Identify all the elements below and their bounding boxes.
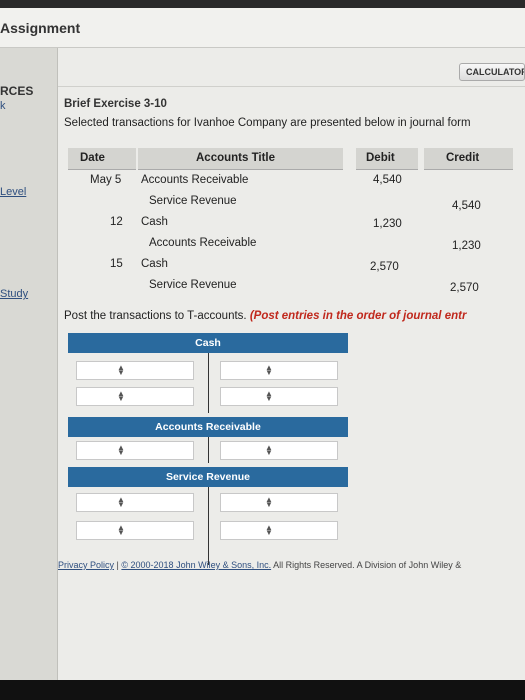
ar-debit-date-select[interactable]: ▲ ▼	[76, 441, 194, 460]
row-credit: 1,230	[452, 240, 481, 252]
stepper-icon: ▲ ▼	[117, 443, 125, 457]
sidebar-item-level[interactable]: Level	[0, 186, 26, 198]
instructions-emphasis: (Post entries in the order of journal en…	[249, 310, 467, 322]
header-credit: Credit	[424, 148, 513, 170]
row-account: Accounts Receivable	[141, 174, 249, 186]
exercise-description: Selected transactions for Ivanhoe Compan…	[64, 117, 471, 129]
stepper-icon: ▲ ▼	[265, 389, 273, 403]
stepper-icon: ▲ ▼	[117, 523, 125, 537]
t-account-divider	[208, 437, 209, 463]
cash-credit-date-select[interactable]: ▲ ▼	[220, 387, 338, 406]
privacy-policy-link[interactable]: Privacy Policy	[58, 560, 114, 570]
row-account: Accounts Receivable	[149, 237, 257, 249]
sr-credit-date-select[interactable]: ▲ ▼	[220, 521, 338, 540]
stepper-icon: ▲ ▼	[117, 495, 125, 509]
ar-credit-date-select[interactable]: ▲ ▼	[220, 441, 338, 460]
instructions: Post the transactions to T-accounts. (Po…	[64, 310, 466, 322]
sidebar-item[interactable]: k	[0, 100, 6, 112]
row-debit: 2,570	[370, 261, 399, 273]
t-account-divider	[208, 487, 209, 565]
row-date: May 5	[90, 174, 122, 186]
instructions-main: Post the transactions to T-accounts.	[64, 310, 247, 322]
sidebar-item-study[interactable]: Study	[0, 288, 28, 300]
row-date: 15	[110, 258, 123, 270]
monitor-bezel	[0, 680, 525, 700]
t-account-header-accounts-receivable: Accounts Receivable	[68, 417, 348, 437]
stepper-icon: ▲ ▼	[265, 443, 273, 457]
header-account-title: Accounts Title	[138, 148, 343, 170]
row-credit: 2,570	[450, 282, 479, 294]
cash-debit-date-select[interactable]: ▲ ▼	[76, 387, 194, 406]
header-date: Date	[68, 148, 136, 170]
row-debit: 1,230	[373, 218, 402, 230]
cash-debit-date-select[interactable]: ▲ ▼	[76, 361, 194, 380]
sr-debit-date-select[interactable]: ▲ ▼	[76, 493, 194, 512]
stepper-icon: ▲ ▼	[117, 389, 125, 403]
cash-credit-date-select[interactable]: ▲ ▼	[220, 361, 338, 380]
divider	[58, 86, 525, 87]
t-account-header-service-revenue: Service Revenue	[68, 467, 348, 487]
page-title: Assignment	[0, 20, 81, 36]
sidebar-heading: RCES	[0, 84, 34, 98]
row-account: Cash	[141, 216, 168, 228]
stepper-icon: ▲ ▼	[265, 523, 273, 537]
sr-debit-date-select[interactable]: ▲ ▼	[76, 521, 194, 540]
row-credit: 4,540	[452, 200, 481, 212]
copyright-link[interactable]: © 2000-2018 John Wiley & Sons, Inc.	[121, 560, 271, 570]
row-account: Service Revenue	[149, 279, 237, 291]
stepper-icon: ▲ ▼	[265, 363, 273, 377]
stepper-icon: ▲ ▼	[117, 363, 125, 377]
exercise-title: Brief Exercise 3-10	[64, 98, 167, 110]
page-footer: Privacy Policy | © 2000-2018 John Wiley …	[58, 560, 525, 570]
footer-rights: All Rights Reserved. A Division of John …	[273, 560, 462, 570]
row-account: Service Revenue	[149, 195, 237, 207]
row-debit: 4,540	[373, 174, 402, 186]
stepper-icon: ▲ ▼	[265, 495, 273, 509]
screen: Assignment RCES k Level Study CALCULATOR…	[0, 0, 525, 680]
row-date: 12	[110, 216, 123, 228]
journal-table: Date Accounts Title Debit Credit May 5 A…	[68, 148, 513, 298]
main-content: CALCULATOR Brief Exercise 3-10 Selected …	[58, 48, 525, 680]
t-accounts: Cash ▲ ▼ ▲ ▼ ▲ ▼ ▲ ▼ Accounts Receivable ▲ ▼ …	[68, 333, 348, 613]
t-account-divider	[208, 353, 209, 413]
window-top-strip	[0, 0, 525, 8]
page-header: Assignment	[0, 8, 525, 48]
resources-sidebar: RCES k Level Study	[0, 48, 58, 680]
calculator-button[interactable]: CALCULATOR	[459, 63, 525, 81]
row-account: Cash	[141, 258, 168, 270]
header-debit: Debit	[356, 148, 418, 170]
sr-credit-date-select[interactable]: ▲ ▼	[220, 493, 338, 512]
footer-separator: |	[116, 560, 119, 570]
t-account-header-cash: Cash	[68, 333, 348, 353]
